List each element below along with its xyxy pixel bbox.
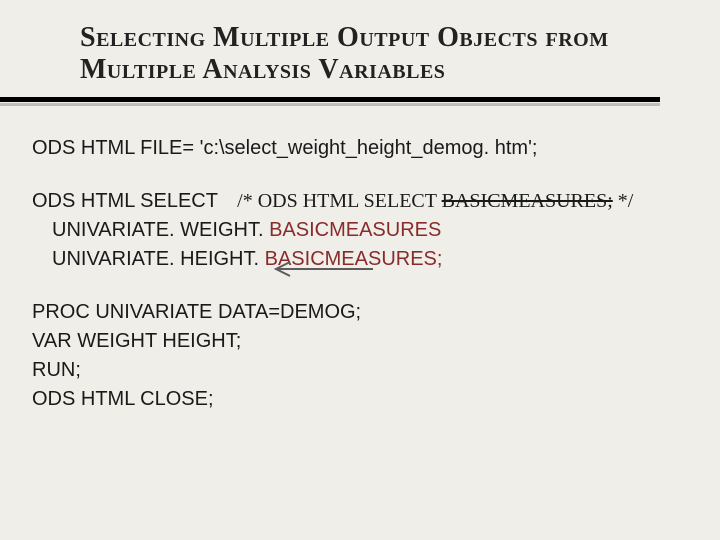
comment-prefix: /* ODS HTML SELECT xyxy=(237,190,441,212)
univariate-weight-red: BASICMEASURES xyxy=(269,219,441,241)
select-keyword: ODS HTML SELECT xyxy=(32,190,218,212)
code-line-ods-file: ODS HTML FILE= 'c:\select_weight_height_… xyxy=(32,134,690,163)
slide-header: Selecting Multiple Output Objects from M… xyxy=(0,0,720,92)
code-block-ods-file: ODS HTML FILE= 'c:\select_weight_height_… xyxy=(32,134,690,163)
title-underline-shadow xyxy=(0,103,660,106)
select-comment: /* ODS HTML SELECT BASICMEASURES; */ xyxy=(237,187,633,216)
comment-strike: BASICMEASURES; xyxy=(442,190,613,212)
code-line-close: ODS HTML CLOSE; xyxy=(32,385,690,414)
arrow-left-icon xyxy=(268,260,378,278)
univariate-weight-prefix: UNIVARIATE. WEIGHT. xyxy=(52,219,269,241)
slide-body: ODS HTML FILE= 'c:\select_weight_height_… xyxy=(32,134,690,438)
code-line-var: VAR WEIGHT HEIGHT; xyxy=(32,327,690,356)
univariate-height-prefix: UNIVARIATE. HEIGHT. xyxy=(52,248,265,270)
code-line-select: ODS HTML SELECT /* ODS HTML SELECT BASIC… xyxy=(32,187,690,216)
code-line-run: RUN; xyxy=(32,356,690,385)
comment-suffix: */ xyxy=(613,190,634,212)
title-underline xyxy=(0,97,660,102)
code-line-proc: PROC UNIVARIATE DATA=DEMOG; xyxy=(32,298,690,327)
code-block-proc: PROC UNIVARIATE DATA=DEMOG; VAR WEIGHT H… xyxy=(32,298,690,414)
code-line-univariate-weight: UNIVARIATE. WEIGHT. BASICMEASURES xyxy=(32,216,690,245)
slide-title: Selecting Multiple Output Objects from M… xyxy=(80,22,640,86)
